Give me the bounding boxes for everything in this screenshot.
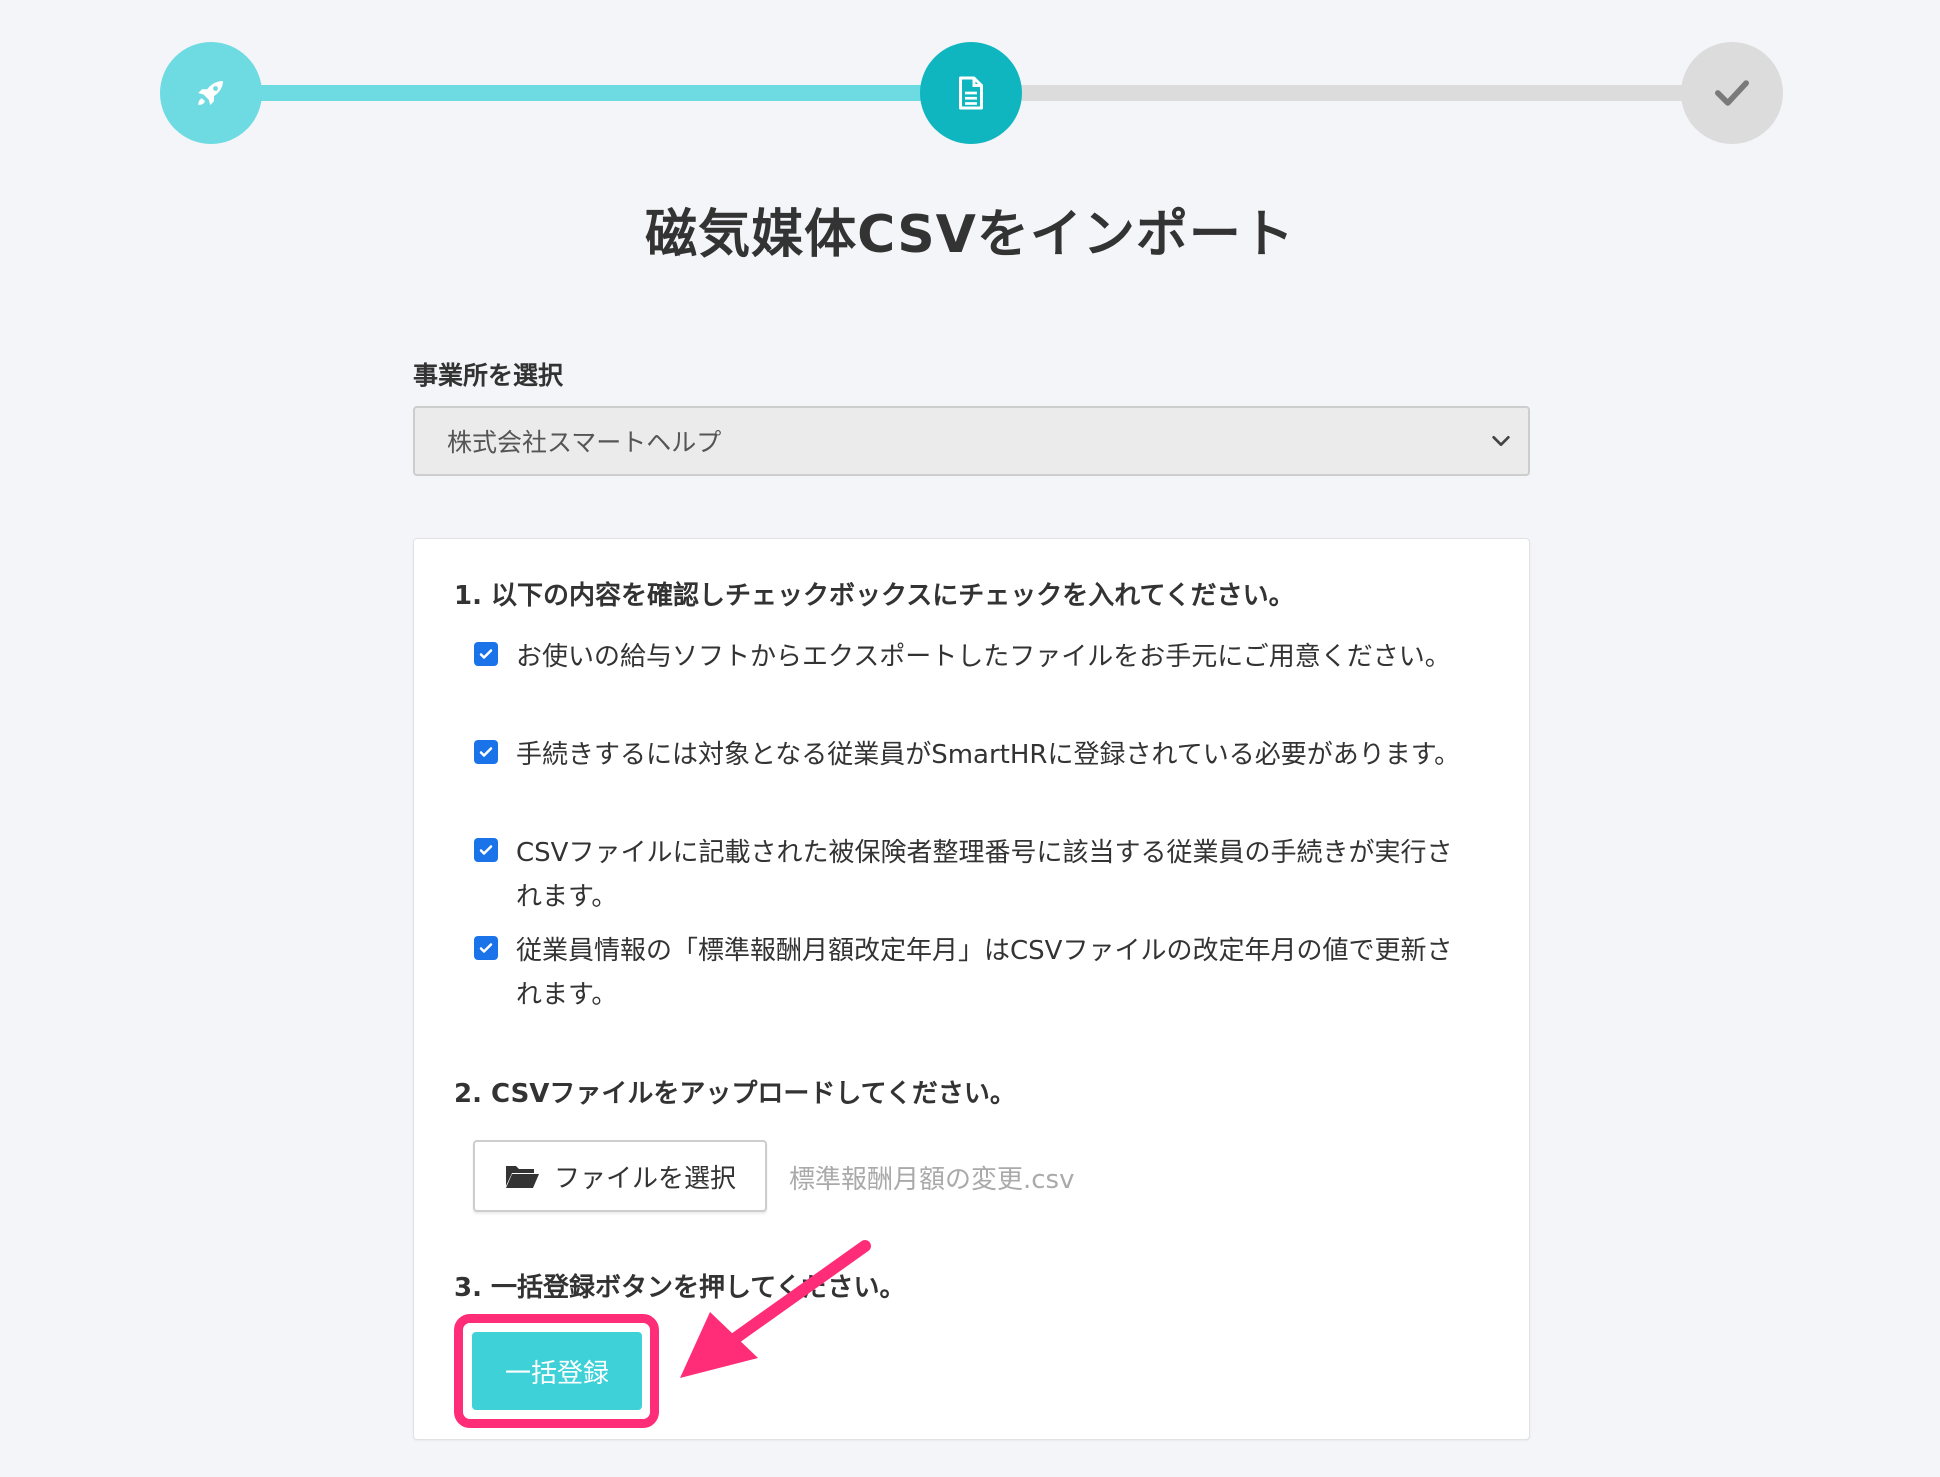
- section-2-heading: 2. CSVファイルをアップロードしてください。: [454, 1079, 1016, 1109]
- office-select-value: 株式会社スマートヘルプ: [447, 428, 722, 457]
- confirm-item-2: 手続きするには対象となる従業員がSmartHRに登録されている必要があります。: [474, 733, 1484, 821]
- checkmark-icon: [479, 747, 493, 757]
- page-title: 磁気媒体CSVをインポート: [645, 205, 1295, 265]
- step-connector-upcoming: [1000, 85, 1700, 101]
- confirm-text-1: お使いの給与ソフトからエクスポートしたファイルをお手元にご用意ください。: [516, 642, 1451, 672]
- document-icon: [959, 76, 983, 110]
- confirm-item-3: CSVファイルに記載された被保険者整理番号に該当する従業員の手続きが実行されます…: [474, 831, 1484, 919]
- confirm-text-3: CSVファイルに記載された被保険者整理番号に該当する従業員の手続きが実行されます…: [516, 838, 1453, 912]
- office-select[interactable]: 株式会社スマートヘルプ: [413, 406, 1530, 476]
- choose-file-label: ファイルを選択: [553, 1163, 736, 1194]
- office-select-label: 事業所を選択: [413, 361, 564, 390]
- chevron-down-icon: [1492, 435, 1510, 447]
- step-3-complete: [1681, 42, 1783, 144]
- confirm-item-4: 従業員情報の「標準報酬月額改定年月」はCSVファイルの改定年月の値で更新されます…: [474, 929, 1484, 1017]
- choose-file-button[interactable]: ファイルを選択: [473, 1140, 767, 1212]
- confirm-checkbox-4[interactable]: [474, 936, 498, 960]
- confirm-checkbox-3[interactable]: [474, 838, 498, 862]
- step-2-import: [920, 42, 1022, 144]
- rocket-icon: [198, 81, 223, 105]
- confirm-text-4: 従業員情報の「標準報酬月額改定年月」はCSVファイルの改定年月の値で更新されます…: [516, 936, 1453, 1010]
- confirm-item-1: お使いの給与ソフトからエクスポートしたファイルをお手元にご用意ください。: [474, 635, 1484, 723]
- bulk-register-button[interactable]: 一括登録: [472, 1332, 642, 1410]
- checkmark-icon: [479, 943, 493, 953]
- selected-file-name: 標準報酬月額の変更.csv: [789, 1165, 1075, 1195]
- check-icon: [1715, 80, 1749, 106]
- confirm-checkbox-2[interactable]: [474, 740, 498, 764]
- checkmark-icon: [479, 649, 493, 659]
- import-form-card: 1. 以下の内容を確認しチェックボックスにチェックを入れてください。 お使いの給…: [413, 538, 1530, 1440]
- confirm-text-2: 手続きするには対象となる従業員がSmartHRに登録されている必要があります。: [516, 740, 1461, 770]
- section-1-heading: 1. 以下の内容を確認しチェックボックスにチェックを入れてください。: [454, 581, 1295, 611]
- step-1-upload: [160, 42, 262, 144]
- confirm-checkbox-1[interactable]: [474, 642, 498, 666]
- progress-stepper: [0, 0, 1940, 190]
- folder-open-icon: [505, 1166, 539, 1188]
- annotation-arrow: [680, 1240, 871, 1378]
- checkmark-icon: [479, 845, 493, 855]
- step-connector-completed: [210, 85, 970, 101]
